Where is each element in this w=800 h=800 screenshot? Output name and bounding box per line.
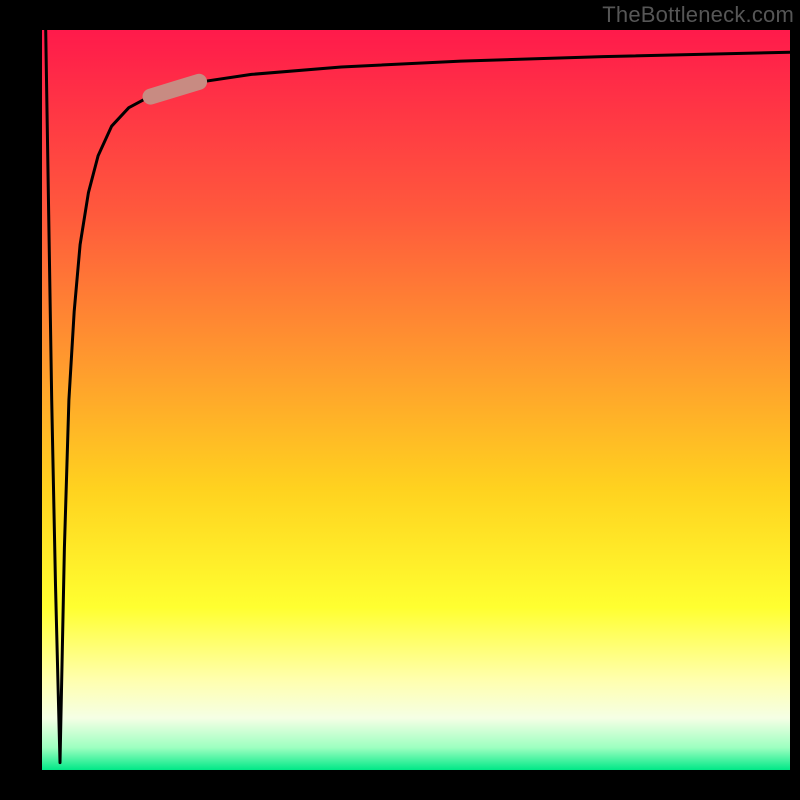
chart-svg <box>0 0 800 800</box>
chart-container: TheBottleneck.com <box>0 0 800 800</box>
plot-background <box>42 30 790 770</box>
watermark-text: TheBottleneck.com <box>602 2 794 28</box>
